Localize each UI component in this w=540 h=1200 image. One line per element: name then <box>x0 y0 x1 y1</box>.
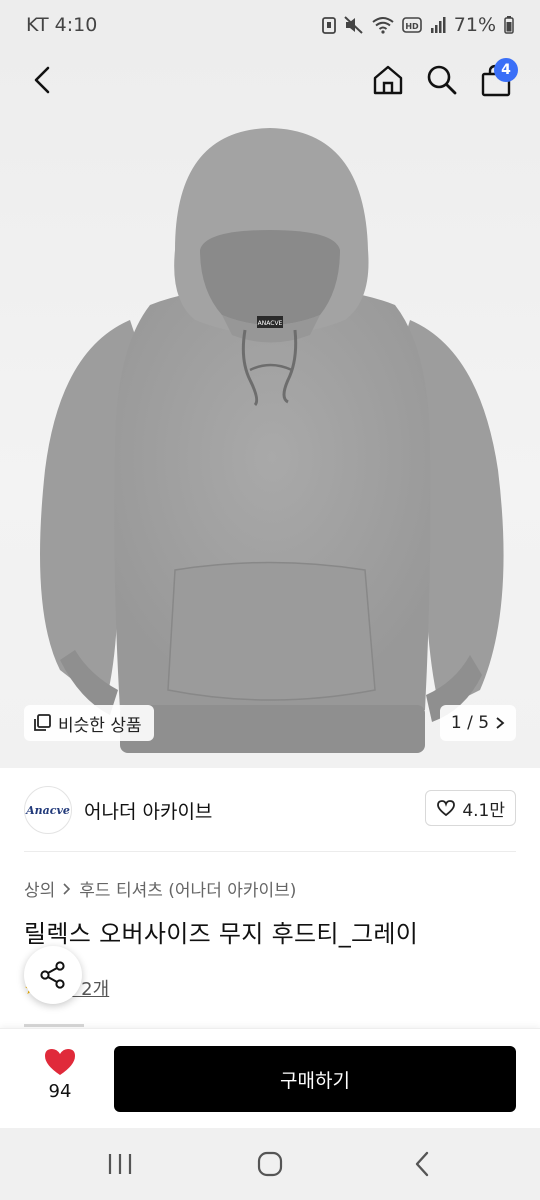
back-button[interactable] <box>22 58 62 102</box>
share-button[interactable] <box>24 946 82 1004</box>
shop-like-button[interactable]: 4.1만 <box>425 790 516 826</box>
home-icon <box>373 65 403 95</box>
buy-button-label: 구매하기 <box>280 1069 350 1092</box>
home-button[interactable] <box>366 58 410 102</box>
recent-apps-button[interactable] <box>100 1146 140 1182</box>
chevron-right-icon <box>496 717 505 729</box>
breadcrumb: 상의 후드 티셔츠 (어나더 아카이브) <box>24 876 296 901</box>
shop-row[interactable]: Anacve 어나더 아카이브 4.1만 <box>0 768 540 852</box>
product-image-carousel[interactable]: ANACVE <box>0 50 540 768</box>
status-carrier-time: KT 4:10 <box>26 14 98 36</box>
system-back-button[interactable] <box>402 1146 442 1182</box>
buy-button[interactable]: 구매하기 <box>114 1046 516 1112</box>
cart-button[interactable]: 4 <box>474 58 518 102</box>
like-button[interactable]: 94 <box>30 1047 90 1111</box>
system-navigation-bar <box>0 1128 540 1200</box>
status-icons: HD 71% <box>321 14 514 36</box>
shop-like-count: 4.1만 <box>462 800 505 821</box>
chevron-right-icon <box>63 882 71 895</box>
notification-icon <box>321 17 336 34</box>
hoodie-image: ANACVE <box>40 128 504 753</box>
system-home-button[interactable] <box>250 1146 290 1182</box>
hd-icon: HD <box>401 17 422 33</box>
mute-icon <box>344 16 363 34</box>
wifi-icon <box>372 17 394 34</box>
signal-icon <box>430 17 446 33</box>
neck-label-text: ANACVE <box>258 320 283 327</box>
shop-logo-text: Anacve <box>26 803 70 817</box>
battery-icon <box>504 16 514 34</box>
home-circle-icon <box>257 1151 283 1177</box>
back-chevron-icon <box>415 1151 429 1177</box>
similar-icon <box>34 714 51 731</box>
heart-icon <box>45 1049 75 1075</box>
content-divider <box>24 1024 84 1027</box>
bottom-action-bar: 94 구매하기 <box>0 1028 540 1128</box>
cart-badge: 4 <box>494 58 518 82</box>
shop-name[interactable]: 어나더 아카이브 <box>84 797 212 824</box>
like-count: 94 <box>48 1081 72 1102</box>
heart-outline-icon <box>437 800 456 817</box>
battery-percent: 71% <box>453 14 496 36</box>
product-title: 릴렉스 오버사이즈 무지 후드티_그레이 <box>24 920 419 948</box>
screen: KT 4:10 HD 71% ANACVE 4 비슷한 상품 1 / 5 Ana… <box>0 0 540 1200</box>
recents-icon <box>108 1154 132 1174</box>
pager-text: 1 / 5 <box>450 713 490 733</box>
search-icon <box>427 65 457 95</box>
share-icon <box>40 961 65 989</box>
image-pager[interactable]: 1 / 5 <box>440 705 516 741</box>
top-nav: 4 <box>0 50 540 110</box>
similar-products-label: 비슷한 상품 <box>58 715 142 736</box>
status-bar: KT 4:10 HD 71% <box>0 0 540 50</box>
breadcrumb-subcategory[interactable]: 후드 티셔츠 (어나더 아카이브) <box>79 876 296 901</box>
similar-products-button[interactable]: 비슷한 상품 <box>24 705 154 741</box>
svg-text:HD: HD <box>405 22 419 31</box>
divider <box>24 851 516 852</box>
search-button[interactable] <box>420 58 464 102</box>
shop-logo[interactable]: Anacve <box>24 786 72 834</box>
chevron-left-icon <box>34 66 50 94</box>
breadcrumb-category[interactable]: 상의 <box>24 876 55 901</box>
